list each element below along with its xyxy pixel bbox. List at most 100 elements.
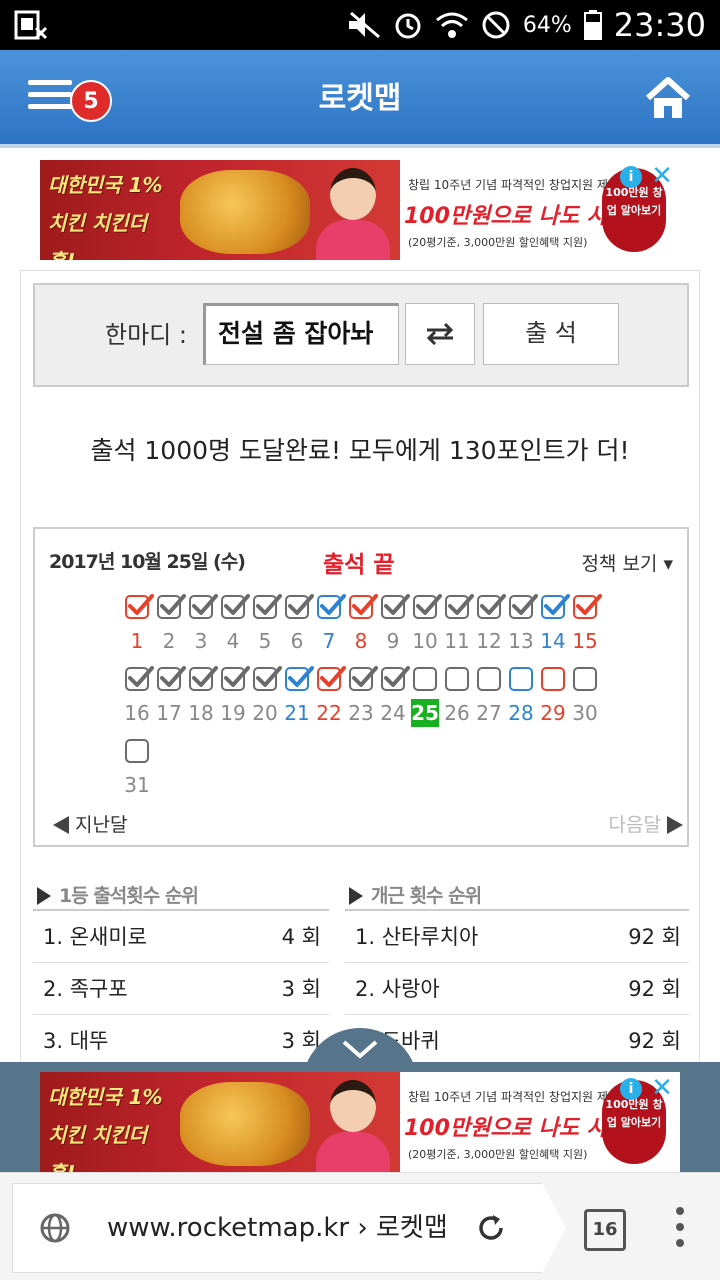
prev-month-button[interactable]: 지난달 bbox=[53, 810, 127, 837]
swap-button[interactable] bbox=[405, 303, 475, 365]
checked-checkbox-icon bbox=[573, 594, 602, 619]
battery-percent: 64% bbox=[522, 12, 572, 38]
chicken-image bbox=[180, 170, 310, 254]
attendance-calendar: 2017년 10월 25일 (수) 출석 끝 정책 보기 ▾ 123456789… bbox=[33, 527, 689, 847]
ad-slogan: 대한민국 1% 치킨 치킨더홈! bbox=[48, 173, 163, 260]
ad-fine-print: (20평기준, 3,000만원 할인혜택 지원) bbox=[408, 236, 588, 249]
table-row: 2. 사랑아 92 회 bbox=[345, 963, 689, 1015]
checked-checkbox-icon bbox=[157, 666, 186, 691]
policy-link[interactable]: 정책 보기 ▾ bbox=[581, 549, 673, 576]
ad-fine-print: (20평기준, 3,000만원 할인혜택 지원) bbox=[408, 1148, 588, 1161]
menu-button[interactable] bbox=[28, 80, 76, 120]
battery-icon bbox=[583, 10, 602, 40]
checked-checkbox-icon bbox=[349, 666, 378, 691]
rank-first-title: 1등 출석횟수 순위 bbox=[59, 885, 199, 907]
checked-checkbox-icon bbox=[413, 594, 442, 619]
app-header: 로켓맵 5 bbox=[0, 50, 720, 148]
ad-close-icon[interactable]: ✕ bbox=[648, 162, 676, 190]
status-bar: 64% 23:30 bbox=[0, 0, 720, 50]
swap-arrows-icon bbox=[426, 323, 454, 345]
checkin-notice: 출석 1000명 도달완료! 모두에게 130포인트가 더! bbox=[90, 436, 630, 465]
table-row: 1. 온새미로 4 회 bbox=[33, 911, 329, 963]
checked-checkbox-icon bbox=[541, 594, 570, 619]
sim-card-icon bbox=[14, 10, 48, 40]
chevron-down-icon bbox=[342, 1040, 378, 1059]
calendar-grid: 1 2 3 4 5 6 7 8 9 10 11 12 13 14 15 16 17 18 19 20 21 22 23 24 2… bbox=[121, 591, 617, 807]
chicken-image bbox=[180, 1082, 310, 1166]
clock: 23:30 bbox=[613, 6, 706, 44]
calendar-day-number: 15 bbox=[572, 629, 598, 653]
empty-checkbox-icon bbox=[509, 667, 533, 691]
rank-total-table: 개근 횟수 순위 1. 산타루치아92 회 2. 사랑아92 회 3. 드바퀴9… bbox=[345, 881, 689, 1067]
empty-checkbox-icon bbox=[477, 667, 501, 691]
notification-badge: 5 bbox=[70, 80, 112, 122]
calendar-day-number: 24 bbox=[380, 701, 406, 725]
comment-input[interactable]: 전설 좀 잡아놔 bbox=[203, 303, 399, 365]
checked-checkbox-icon bbox=[189, 594, 218, 619]
checked-checkbox-icon bbox=[221, 594, 250, 619]
triangle-right-icon bbox=[37, 887, 51, 905]
url-field[interactable]: www.rocketmap.kr › 로켓맵 bbox=[12, 1183, 566, 1273]
checked-checkbox-icon bbox=[445, 594, 474, 619]
tabs-button[interactable]: 16 bbox=[584, 1209, 626, 1251]
more-options-icon[interactable] bbox=[672, 1207, 688, 1251]
checked-checkbox-icon bbox=[317, 594, 346, 619]
checked-checkbox-icon bbox=[509, 594, 538, 619]
checked-checkbox-icon bbox=[349, 594, 378, 619]
ad-banner-top[interactable]: 대한민국 1% 치킨 치킨더홈! 창립 10주년 기념 파격적인 창업지원 제공… bbox=[40, 160, 680, 260]
rank-first-table: 1등 출석횟수 순위 1. 온새미로 4 회 2. 족구포 3 회 3. 대뚜 3 회 bbox=[33, 881, 329, 1067]
calendar-day: 31 bbox=[121, 735, 153, 807]
url-text: www.rocketmap.kr › 로켓맵 bbox=[107, 1213, 448, 1243]
triangle-left-icon bbox=[53, 816, 69, 834]
ad-person-image bbox=[310, 162, 396, 260]
empty-checkbox-icon bbox=[445, 667, 469, 691]
checked-checkbox-icon bbox=[253, 666, 282, 691]
checked-checkbox-icon bbox=[125, 666, 154, 691]
ad-headline-small: 창립 10주년 기념 파격적인 창업지원 제공 bbox=[408, 1090, 619, 1104]
calendar-date: 2017년 10월 25일 (수) bbox=[49, 551, 246, 573]
alarm-icon bbox=[395, 13, 421, 39]
next-month-label: 다음달 bbox=[608, 814, 661, 836]
ad-close-icon[interactable]: ✕ bbox=[648, 1074, 676, 1102]
ad-info-icon[interactable]: i bbox=[620, 1078, 642, 1100]
reload-icon[interactable] bbox=[475, 1212, 507, 1244]
checked-checkbox-icon bbox=[285, 666, 314, 691]
checked-checkbox-icon bbox=[381, 594, 410, 619]
next-month-button[interactable]: 다음달 bbox=[609, 810, 683, 837]
calendar-day: 30 bbox=[569, 663, 601, 735]
ad-banner-bottom[interactable]: 대한민국 1% 치킨 치킨더홈! 창립 10주년 기념 파격적인 창업지원 제공… bbox=[40, 1072, 680, 1172]
empty-checkbox-icon bbox=[573, 667, 597, 691]
ad-slogan: 대한민국 1% 치킨 치킨더홈! bbox=[48, 1085, 163, 1172]
checked-checkbox-icon bbox=[477, 594, 506, 619]
checked-checkbox-icon bbox=[317, 666, 346, 691]
checked-checkbox-icon bbox=[381, 666, 410, 691]
calendar-day: 15 bbox=[569, 591, 602, 663]
empty-checkbox-icon bbox=[541, 667, 565, 691]
checked-checkbox-icon bbox=[157, 594, 186, 619]
calendar-day-number: 31 bbox=[124, 773, 150, 797]
checkin-button[interactable]: 출 석 bbox=[483, 303, 619, 365]
empty-checkbox-icon bbox=[413, 667, 437, 691]
checked-checkbox-icon bbox=[285, 594, 314, 619]
ad-info-icon[interactable]: i bbox=[620, 166, 642, 188]
ad-person-image bbox=[310, 1074, 396, 1172]
calendar-day-number: 30 bbox=[572, 701, 598, 725]
globe-icon bbox=[40, 1213, 70, 1243]
calendar-row: 1 2 3 4 5 6 7 8 9 10 11 12 13 14 15 bbox=[121, 591, 617, 663]
calendar-day: 24 bbox=[377, 663, 410, 735]
comment-box: 한마디 : 전설 좀 잡아놔 출 석 bbox=[33, 283, 689, 387]
calendar-row: 31 bbox=[121, 735, 617, 807]
table-row: 3. 대뚜 3 회 bbox=[33, 1015, 329, 1067]
prev-month-label: 지난달 bbox=[75, 814, 128, 836]
mute-icon bbox=[348, 11, 380, 39]
triangle-right-icon bbox=[667, 816, 683, 834]
home-icon[interactable] bbox=[644, 76, 692, 120]
table-row: 2. 족구포 3 회 bbox=[33, 963, 329, 1015]
browser-toolbar: www.rocketmap.kr › 로켓맵 16 bbox=[0, 1172, 720, 1280]
do-not-disturb-icon bbox=[482, 11, 510, 39]
calendar-row: 16 17 18 19 20 21 22 23 24 25 26 27 28 29 30 bbox=[121, 663, 617, 735]
checked-checkbox-icon bbox=[189, 666, 218, 691]
checked-checkbox-icon bbox=[125, 594, 154, 619]
rank-total-title: 개근 횟수 순위 bbox=[371, 885, 482, 907]
comment-label: 한마디 : bbox=[105, 321, 187, 349]
